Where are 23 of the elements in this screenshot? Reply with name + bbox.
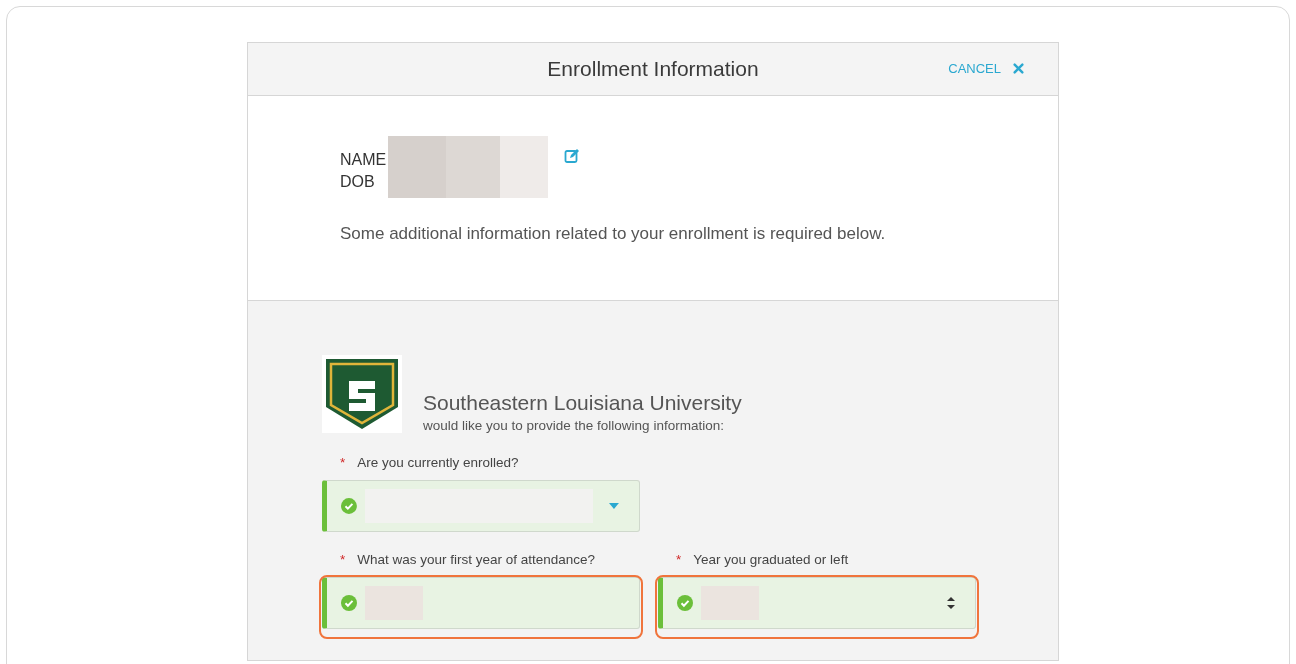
check-icon <box>677 595 693 611</box>
field-label: What was your first year of attendance? <box>357 552 596 567</box>
input-field[interactable] <box>658 577 976 629</box>
dialog-title: Enrollment Information <box>547 57 759 81</box>
cancel-button[interactable]: CANCEL <box>948 61 1024 76</box>
field-label: Year you graduated or left <box>693 552 849 567</box>
required-mark: * <box>340 455 346 470</box>
required-mark: * <box>676 552 682 567</box>
intro-text: Some additional information related to your enrollment is required below. <box>340 224 887 244</box>
edit-icon[interactable] <box>564 148 581 164</box>
spinner-icon[interactable] <box>947 596 955 610</box>
check-icon <box>341 595 357 611</box>
university-subtitle: would like you to provide the following information: <box>423 418 725 433</box>
university-name: Southeastern Louisiana University <box>423 391 742 415</box>
required-mark: * <box>340 552 346 567</box>
name-label: NAME <box>340 150 387 170</box>
field-label: Are you currently enrolled? <box>357 455 519 470</box>
close-icon[interactable] <box>1013 63 1024 74</box>
select-field[interactable] <box>322 480 640 532</box>
dob-label: DOB <box>340 172 376 192</box>
input-field[interactable] <box>322 577 640 629</box>
caret-icon <box>609 503 619 509</box>
check-icon <box>341 498 357 514</box>
